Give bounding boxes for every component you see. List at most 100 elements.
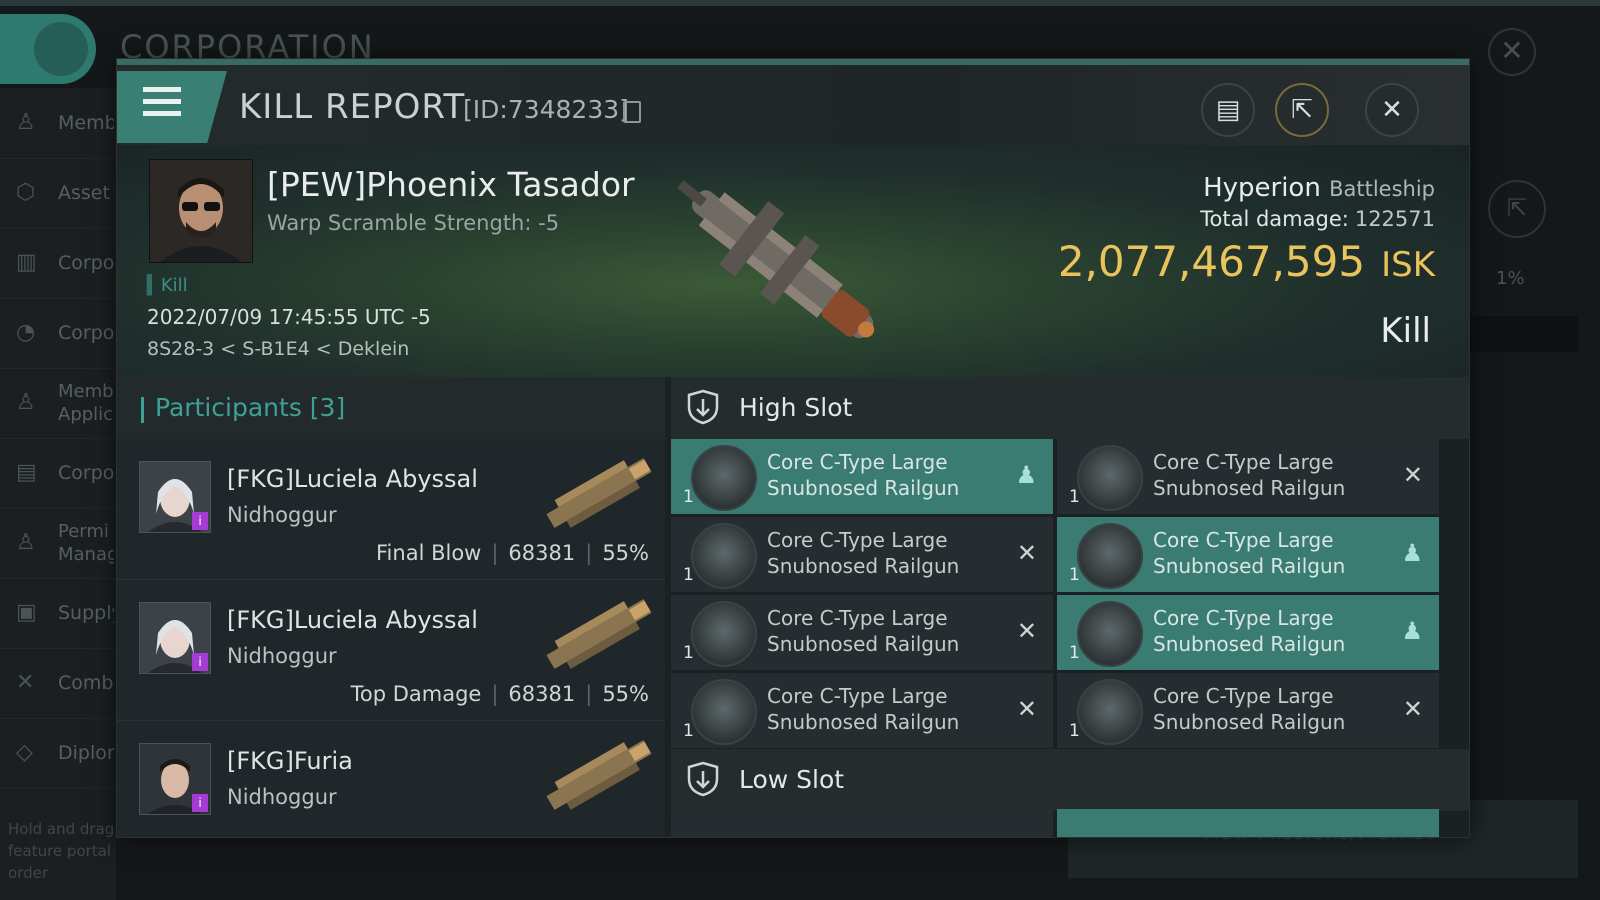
sidebar-item-permissions[interactable]: ♙ Permi Manag <box>0 508 116 579</box>
destroyed-x-icon: ✕ <box>1016 695 1037 723</box>
copy-id-icon[interactable] <box>623 101 641 123</box>
railgun-icon <box>1077 523 1143 589</box>
participant-ship-image <box>546 740 652 810</box>
participant-avatar[interactable]: i <box>139 743 211 815</box>
module-item[interactable]: 1 Core C-Type Large Snubnosed Railgun ♟ <box>1057 517 1439 592</box>
participant-avatar[interactable]: i <box>139 461 211 533</box>
railgun-icon <box>1077 679 1143 745</box>
module-name: Core C-Type Large Snubnosed Railgun <box>1153 606 1346 656</box>
module-name: Core C-Type Large Snubnosed Railgun <box>767 684 960 734</box>
high-slot-header: High Slot <box>671 377 1469 439</box>
module-item[interactable]: 1 Core C-Type Large Snubnosed Railgun ✕ <box>1057 673 1439 748</box>
sidebar-item-supply[interactable]: ▣Supply <box>0 578 116 649</box>
module-name: Core C-Type Large Snubnosed Railgun <box>1153 528 1346 578</box>
background-percent: 1% <box>1496 268 1525 289</box>
close-icon: ✕ <box>1381 95 1403 125</box>
share-icon: ⇱ <box>1291 95 1313 125</box>
pie-chart-icon: ◔ <box>16 320 36 345</box>
close-button[interactable]: ✕ <box>1365 83 1419 137</box>
app-sidebar: ♙ Memb ⬡ Asset ▥ Corpo ◔ Corpo ♙ Memb Applic … <box>0 88 116 900</box>
participant-avatar[interactable]: i <box>139 602 211 674</box>
app-top-border <box>0 0 1600 6</box>
module-item[interactable]: 1 Core C-Type Large Snubnosed Railgun ✕ <box>671 673 1053 748</box>
app-close-icon[interactable]: ✕ <box>1488 28 1536 76</box>
permission-icon: ♙ <box>16 530 36 555</box>
module-name: Core C-Type Large Snubnosed Railgun <box>767 606 960 656</box>
kill-tag: ▍Kill <box>147 275 188 296</box>
app-menu-button[interactable] <box>0 14 96 84</box>
character-badge: i <box>192 794 208 812</box>
participant-stats: Final Blow | 68381 | 55% <box>376 541 649 565</box>
participants-title: Participants [3] <box>155 393 346 422</box>
kill-status: Kill <box>1380 311 1431 351</box>
sidebar-item-corp-stats[interactable]: ▥ Corpo <box>0 228 116 299</box>
victim-ship[interactable]: Hyperion Battleship <box>1203 173 1435 203</box>
destroyed-x-icon: ✕ <box>1402 461 1423 489</box>
kill-location[interactable]: 8S28-3 < S-B1E4 < Deklein <box>147 338 409 360</box>
railgun-icon <box>1077 601 1143 667</box>
modal-menu-button[interactable] <box>117 71 227 143</box>
sidebar-item-corp-doc[interactable]: ▤ Corpo <box>0 438 116 509</box>
hamburger-icon <box>143 87 181 123</box>
member-add-icon: ♙ <box>16 390 36 415</box>
sidebar-item-diplomacy[interactable]: ◇ Diplon <box>0 718 116 789</box>
module-item[interactable]: 1 Core C-Type Large Snubnosed Railgun ✕ <box>671 595 1053 670</box>
module-item[interactable]: 1 Core C-Type Large Snubnosed Railgun ♟ <box>1057 595 1439 670</box>
participant-row[interactable]: i [FKG]Luciela Abyssal Nidhoggur Top Dam… <box>117 580 665 721</box>
victim-portrait[interactable] <box>149 159 253 263</box>
kill-datetime: 2022/07/09 17:45:55 UTC -5 <box>147 305 431 329</box>
share-button[interactable]: ⇱ <box>1275 83 1329 137</box>
participant-row[interactable]: i [FKG]Furia Nidhoggur <box>117 721 665 837</box>
victim-name[interactable]: [PEW]Phoenix Tasador <box>267 165 635 204</box>
victim-banner: [PEW]Phoenix Tasador Warp Scramble Stren… <box>117 145 1469 377</box>
railgun-icon <box>691 445 757 511</box>
kill-report-modal: KILL REPORT [ID:7348233] ▤ ⇱ ✕ [PEW]Phoe… <box>116 58 1470 838</box>
participant-ship-image <box>546 458 652 528</box>
participant-name: [FKG]Furia <box>227 747 353 775</box>
low-slot-header: Low Slot <box>671 749 1469 811</box>
crossed-swords-icon: ✕ <box>16 670 35 695</box>
module-item-partial[interactable] <box>1057 809 1439 837</box>
sidebar-item-corp-pie[interactable]: ◔ Corpo <box>0 298 116 369</box>
diplomacy-icon: ◇ <box>16 740 33 765</box>
railgun-icon <box>691 523 757 589</box>
module-item[interactable]: 1 Core C-Type Large Snubnosed Railgun ✕ <box>671 517 1053 592</box>
sidebar-item-applications[interactable]: ♙ Memb Applic <box>0 368 116 439</box>
participant-ship: Nidhoggur <box>227 785 337 809</box>
report-document-button[interactable]: ▤ <box>1201 83 1255 137</box>
sidebar-item-members[interactable]: ♙ Memb <box>0 88 116 159</box>
participants-header: Participants [3] <box>117 377 665 439</box>
module-name: Core C-Type Large Snubnosed Railgun <box>767 450 960 500</box>
victim-subtitle: Warp Scramble Strength: -5 <box>267 211 560 235</box>
participant-row[interactable]: i [FKG]Luciela Abyssal Nidhoggur Final B… <box>117 439 665 580</box>
railgun-icon <box>691 601 757 667</box>
modal-title: KILL REPORT <box>239 87 466 127</box>
total-damage: Total damage: 122571 <box>1200 207 1435 231</box>
module-name: Core C-Type Large Snubnosed Railgun <box>767 528 960 578</box>
victim-ship-image[interactable] <box>652 153 912 377</box>
participant-name: [FKG]Luciela Abyssal <box>227 606 478 634</box>
low-slot-title: Low Slot <box>739 765 845 794</box>
module-item-partial[interactable] <box>671 809 1053 837</box>
supply-icon: ▣ <box>16 600 37 625</box>
background-bar <box>1452 316 1578 352</box>
sidebar-item-assets[interactable]: ⬡ Asset <box>0 158 116 229</box>
bar-chart-icon: ▥ <box>16 250 37 275</box>
module-item[interactable]: 1 Core C-Type Large Snubnosed Railgun ♟ <box>671 439 1053 514</box>
module-item[interactable]: 1 Core C-Type Large Snubnosed Railgun ✕ <box>1057 439 1439 514</box>
module-name: Core C-Type Large Snubnosed Railgun <box>1153 450 1346 500</box>
document-icon: ▤ <box>1215 95 1241 125</box>
participant-ship: Nidhoggur <box>227 644 337 668</box>
participant-stats: Top Damage | 68381 | 55% <box>350 682 649 706</box>
sidebar-item-combat[interactable]: ✕ Comb <box>0 648 116 719</box>
app-share-icon[interactable]: ⇱ <box>1488 180 1546 238</box>
high-slot-icon <box>687 389 719 425</box>
railgun-icon <box>1077 445 1143 511</box>
participants-panel: Participants [3] i [FKG]Luciela Abyssal … <box>117 377 665 837</box>
high-slot-title: High Slot <box>739 393 853 422</box>
destroyed-x-icon: ✕ <box>1016 539 1037 567</box>
document-icon: ▤ <box>16 460 37 485</box>
dropped-person-icon: ♟ <box>1401 617 1423 645</box>
isk-value: 2,077,467,595 ISK <box>1057 237 1435 286</box>
dropped-person-icon: ♟ <box>1401 539 1423 567</box>
